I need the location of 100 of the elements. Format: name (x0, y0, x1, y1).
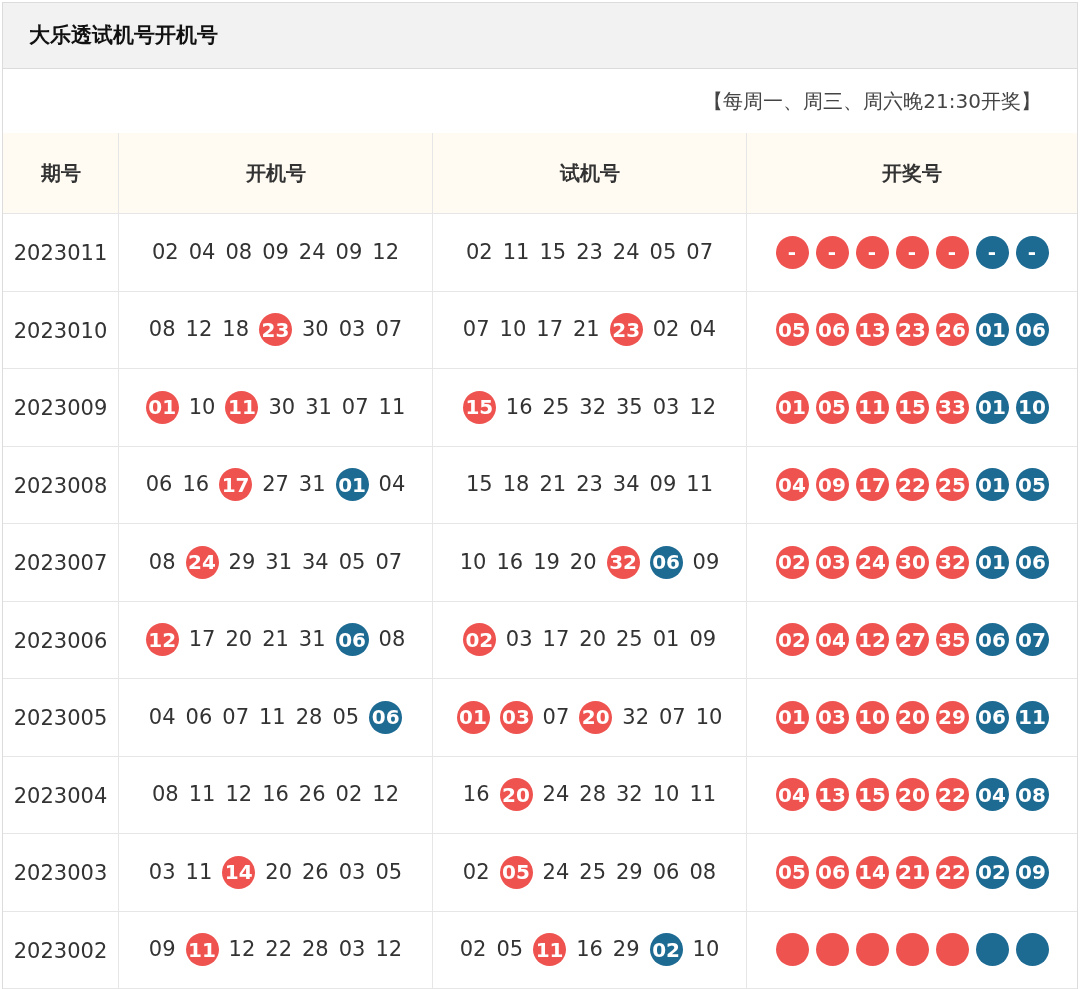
number: 09 (262, 238, 289, 266)
number: 20 (579, 626, 606, 653)
number: 07 (462, 316, 490, 343)
number: 10 (695, 703, 723, 731)
number: 08 (689, 858, 717, 886)
number: 02 (462, 858, 490, 886)
number: 31 (298, 626, 326, 653)
number: 04 (188, 238, 216, 266)
number: 03 (505, 626, 533, 653)
column-header: 期号 (40, 160, 81, 187)
number: 16 (505, 393, 533, 421)
draw-schedule: 【每周一、周三、周六晚21:30开奖】 (703, 88, 1041, 115)
number: 06 (652, 858, 680, 886)
number: 32 (579, 393, 606, 421)
number: 28 (295, 703, 323, 731)
number: 06 (185, 703, 213, 731)
number: 25 (616, 626, 643, 653)
number: 07 (542, 703, 570, 731)
number: 02 (465, 238, 493, 266)
number: 07 (222, 703, 249, 731)
number: 11 (689, 781, 717, 808)
number: 21 (262, 626, 289, 653)
number: 08 (148, 316, 176, 343)
number: 29 (616, 858, 643, 886)
period-number: 2023005 (13, 705, 108, 732)
column-header: 开机号 (245, 160, 306, 187)
number: 05 (649, 238, 677, 266)
number: 26 (298, 781, 326, 808)
number: 09 (335, 238, 363, 266)
period-number: 2023009 (13, 395, 108, 422)
number: 16 (576, 936, 603, 963)
number: 09 (148, 936, 176, 963)
number: 01 (652, 626, 680, 653)
number: 24 (298, 238, 326, 266)
number: 03 (338, 316, 366, 343)
number: 18 (222, 316, 249, 343)
number: 25 (542, 393, 570, 421)
number: 23 (576, 238, 603, 266)
number: 31 (298, 471, 326, 498)
number: 09 (689, 626, 717, 653)
number: 35 (616, 393, 643, 421)
number: 05 (338, 548, 366, 576)
number: 24 (542, 781, 570, 808)
number: 12 (185, 316, 213, 343)
number: 23 (576, 471, 603, 498)
number: 08 (148, 548, 176, 576)
number: 21 (539, 471, 567, 498)
number: 18 (502, 471, 530, 498)
period-number: 2023007 (13, 550, 108, 577)
number: 04 (689, 316, 717, 343)
number: 11 (686, 471, 714, 498)
number: 16 (462, 781, 490, 808)
number: 16 (182, 471, 210, 498)
number: 20 (569, 548, 597, 576)
number: 03 (148, 858, 176, 886)
number: 12 (372, 781, 400, 808)
number: 05 (332, 703, 360, 731)
period-number: 2023006 (13, 627, 108, 655)
number: 11 (259, 703, 286, 731)
number: 20 (225, 626, 253, 653)
number: 31 (265, 548, 292, 576)
number: 09 (649, 471, 677, 498)
number: 07 (375, 548, 403, 576)
number: 07 (659, 703, 686, 731)
number: 03 (338, 936, 366, 963)
number: 11 (502, 238, 530, 266)
number: 12 (689, 393, 717, 421)
number: 16 (496, 548, 524, 576)
number: 34 (302, 548, 329, 576)
number: 12 (375, 936, 403, 963)
number: 11 (185, 858, 213, 886)
number: 24 (542, 858, 570, 886)
number: 11 (188, 781, 216, 808)
number: 10 (499, 316, 527, 343)
number: 06 (145, 471, 173, 498)
number: 07 (686, 238, 714, 266)
number: 16 (262, 781, 289, 808)
number: 20 (265, 858, 292, 886)
number: 02 (335, 781, 363, 808)
number: 17 (536, 316, 563, 343)
number: 28 (579, 781, 606, 808)
number: 28 (302, 936, 329, 963)
column-header: 试机号 (559, 160, 620, 187)
number: 30 (302, 316, 329, 343)
period-number: 2023003 (13, 860, 108, 887)
period-number: 2023010 (13, 317, 108, 345)
number: 12 (228, 936, 256, 963)
number: 12 (225, 781, 253, 808)
number: 19 (533, 548, 560, 576)
number: 24 (612, 238, 640, 266)
number: 15 (539, 238, 567, 266)
number: 10 (459, 548, 487, 576)
number: 12 (372, 238, 400, 266)
period-number: 2023004 (13, 782, 108, 810)
number: 22 (265, 936, 292, 963)
number: 26 (302, 858, 329, 886)
number: 17 (542, 626, 570, 653)
number: 02 (459, 936, 487, 963)
number: 11 (378, 393, 406, 421)
period-number: 2023002 (13, 937, 108, 965)
